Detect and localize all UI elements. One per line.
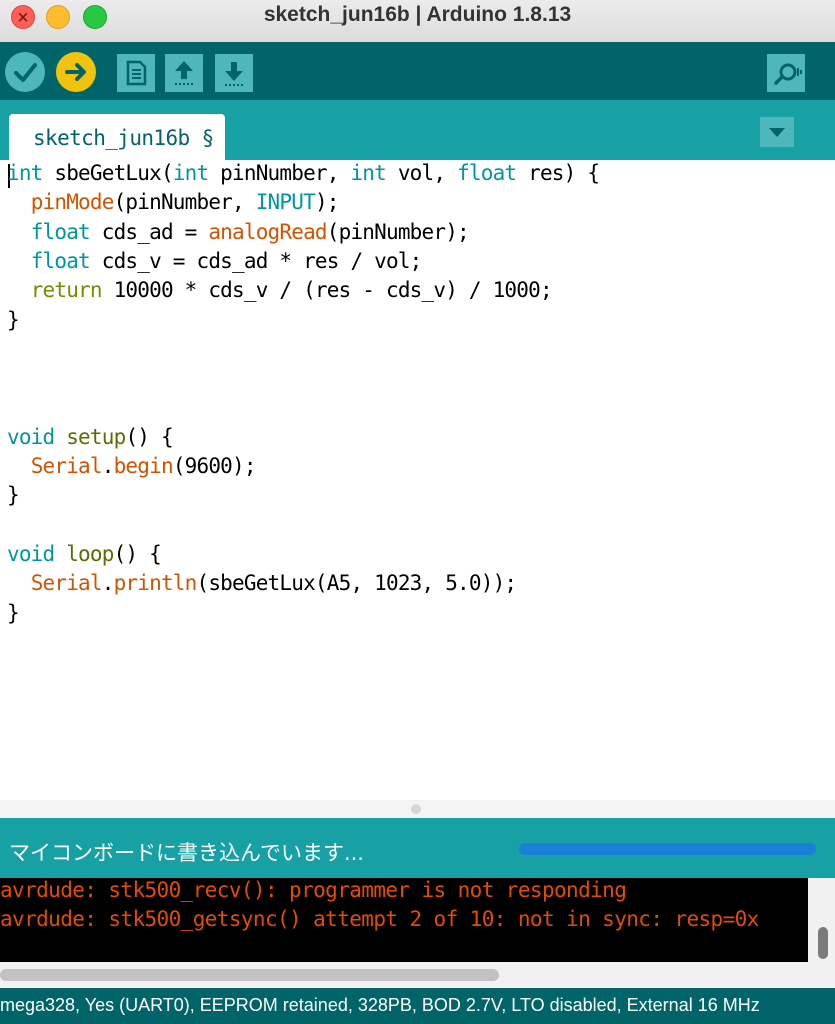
open-button[interactable] xyxy=(165,54,203,92)
code-token: Serial xyxy=(30,571,103,595)
tab-strip: sketch_jun16b § xyxy=(0,100,835,160)
divider-handle[interactable] xyxy=(411,804,421,814)
code-line: float cds_ad = analogRead(pinNumber); xyxy=(7,220,470,244)
code-token: 10000 * cds_v / (res - cds_v) / 1000; xyxy=(101,278,553,302)
code-token: int xyxy=(350,161,386,185)
code-token: int xyxy=(172,161,209,185)
console-vertical-scrollbar[interactable] xyxy=(808,878,835,988)
code-token: void xyxy=(7,542,55,566)
tab-sketch[interactable]: sketch_jun16b § xyxy=(9,114,225,160)
console-horizontal-scrollbar[interactable] xyxy=(0,962,808,988)
open-icon xyxy=(175,61,193,85)
status-bar: マイコンボードに書き込んでいます... xyxy=(0,818,835,878)
save-button[interactable] xyxy=(215,54,253,92)
code-token: (pinNumber); xyxy=(326,220,470,244)
code-line: void setup() { xyxy=(7,425,174,449)
code-token: } xyxy=(7,601,20,625)
verify-icon xyxy=(14,63,37,82)
code-line: } xyxy=(7,483,20,507)
code-token: cds_v = cds_ad * res / vol; xyxy=(89,249,423,273)
code-line: Serial.println(sbeGetLux(A5, 1023, 5.0))… xyxy=(7,571,518,595)
code-token: (9600); xyxy=(172,454,257,478)
code-token: loop xyxy=(66,542,114,566)
code-token: (sbeGetLux(A5, 1023, 5.0)); xyxy=(196,571,518,595)
code-token: int xyxy=(7,161,43,185)
code-token: pinNumber, xyxy=(208,161,351,185)
board-info-text: mega328, Yes (UART0), EEPROM retained, 3… xyxy=(0,995,760,1015)
code-line: Serial.begin(9600); xyxy=(7,454,257,478)
code-token: analogRead xyxy=(208,220,327,244)
code-line: float cds_v = cds_ad * res / vol; xyxy=(7,249,423,273)
code-token: } xyxy=(7,483,20,507)
code-token: begin xyxy=(113,454,174,478)
code-token: setup xyxy=(66,425,126,449)
tab-menu-button[interactable] xyxy=(760,117,794,147)
code-token: () { xyxy=(113,542,162,566)
toolbar xyxy=(0,42,835,100)
tab-label: sketch_jun16b § xyxy=(33,126,214,150)
new-sketch-icon xyxy=(126,60,147,86)
code-token: . xyxy=(101,571,115,595)
code-line: int sbeGetLux(int pinNumber, int vol, fl… xyxy=(7,161,600,185)
code-token: Serial xyxy=(30,454,103,478)
code-token: vol, xyxy=(386,161,458,185)
console-horizontal-scroll-thumb[interactable] xyxy=(0,969,499,981)
code-token: ); xyxy=(314,190,339,214)
code-token: float xyxy=(457,161,517,185)
board-info-bar: mega328, Yes (UART0), EEPROM retained, 3… xyxy=(0,988,835,1024)
code-token: float xyxy=(30,249,91,273)
upload-progress-bar xyxy=(519,843,816,855)
console-line: avrdude: stk500_getsync() attempt 2 of 1… xyxy=(0,907,759,931)
serial-monitor-button[interactable] xyxy=(767,54,805,92)
window-title: sketch_jun16b | Arduino 1.8.13 xyxy=(263,3,572,26)
code-line: pinMode(pinNumber, INPUT); xyxy=(7,190,340,214)
code-token: return xyxy=(30,278,103,302)
title-bar: × sketch_jun16b | Arduino 1.8.13 xyxy=(0,0,835,43)
code-token: res) { xyxy=(516,161,600,185)
console-line: avrdude: stk500_recv(): programmer is no… xyxy=(0,878,627,902)
chevron-down-icon xyxy=(769,128,785,137)
code-editor[interactable]: int sbeGetLux(int pinNumber, int vol, fl… xyxy=(0,160,835,800)
upload-button[interactable] xyxy=(56,52,96,92)
console-output[interactable]: avrdude: stk500_recv(): programmer is no… xyxy=(0,878,835,988)
code-token: cds_ad = xyxy=(89,220,209,244)
code-token: () { xyxy=(125,425,173,449)
code-token: sbeGetLux( xyxy=(42,161,173,185)
pane-divider[interactable] xyxy=(0,800,835,818)
code-token: . xyxy=(101,454,115,478)
code-line: } xyxy=(7,601,20,625)
status-message: マイコンボードに書き込んでいます... xyxy=(9,841,364,865)
code-token: println xyxy=(113,571,198,595)
code-token: float xyxy=(30,220,91,244)
serial-monitor-icon xyxy=(774,63,802,85)
code-token: } xyxy=(7,308,20,332)
code-token: INPUT xyxy=(255,190,316,214)
code-token: void xyxy=(7,425,55,449)
code-token: (pinNumber, xyxy=(113,190,256,214)
code-token: pinMode xyxy=(30,190,115,214)
code-line: void loop() { xyxy=(7,542,162,566)
progress-fill xyxy=(519,843,816,855)
upload-icon xyxy=(65,63,86,81)
verify-button[interactable] xyxy=(5,52,45,92)
new-sketch-button[interactable] xyxy=(117,54,155,92)
code-line: return 10000 * cds_v / (res - cds_v) / 1… xyxy=(7,278,553,302)
console-vertical-scroll-thumb[interactable] xyxy=(818,927,828,959)
code-line: } xyxy=(7,308,20,332)
save-icon xyxy=(225,62,243,86)
